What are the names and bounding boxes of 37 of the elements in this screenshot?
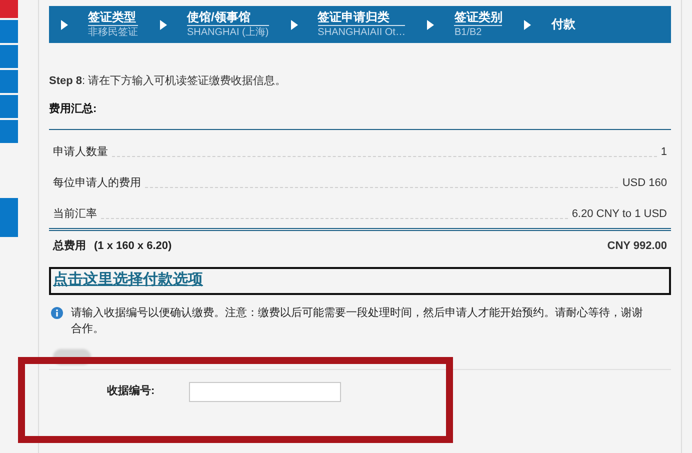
fee-label: 每位申请人的费用 <box>53 176 141 190</box>
total-formula: (1 x 160 x 6.20) <box>94 239 172 254</box>
chevron-icon <box>427 20 434 30</box>
chevron-icon <box>524 20 532 30</box>
info-icon <box>51 306 63 318</box>
receipt-label: 收据编号: <box>107 384 155 400</box>
section-heading: 费用汇总: <box>49 100 671 130</box>
instruction-text: Step 8: 请在下方输入可机读签证缴费收据信息。 <box>49 74 288 89</box>
receipt-input[interactable] <box>188 382 341 402</box>
sidebar-tab[interactable] <box>0 120 18 143</box>
fee-label: 申请人数量 <box>53 144 108 160</box>
total-value: CNY 992.00 <box>607 239 667 254</box>
sidebar-tab[interactable] <box>0 95 18 118</box>
step-title[interactable]: 使馆/领事馆 <box>187 11 269 26</box>
step-subtitle: B1/B2 <box>454 28 483 38</box>
sidebar-tab[interactable] <box>0 70 18 93</box>
chevron-icon <box>290 20 298 30</box>
payment-link[interactable]: 点击这里选择付款选项 <box>53 269 203 292</box>
chevron-icon <box>61 20 68 30</box>
chevron-icon <box>160 20 167 30</box>
step-subtitle: SHANGHAI (上海) <box>187 28 269 38</box>
fee-value: USD 160 <box>622 176 667 190</box>
notice-text: 请输入收据编号以便确认缴费。注意：缴费以后可能需要一段处理时间，然后申请人才能开始预约。请耐心等待，谢谢合作。 <box>71 306 644 336</box>
total-label: 总费用 <box>53 238 86 254</box>
step-title[interactable]: 签证类型 <box>88 11 138 26</box>
step-title[interactable]: 签证类别 <box>454 11 502 26</box>
step-subtitle: 非移民签证 <box>88 28 138 38</box>
sidebar-tab[interactable] <box>0 198 18 237</box>
fee-value: 6.20 CNY to 1 USD <box>572 206 667 222</box>
step-title[interactable]: 签证申请归类 <box>318 11 406 26</box>
step-title[interactable]: 付款 <box>551 18 576 32</box>
fee-value: 1 <box>660 144 667 160</box>
sidebar-tab[interactable] <box>0 45 18 68</box>
sidebar-tab[interactable] <box>0 20 18 43</box>
fee-label: 当前汇率 <box>53 206 97 222</box>
step-subtitle: SHANGHAIAII Ot… <box>318 28 406 38</box>
sidebar-tab[interactable] <box>0 0 18 18</box>
